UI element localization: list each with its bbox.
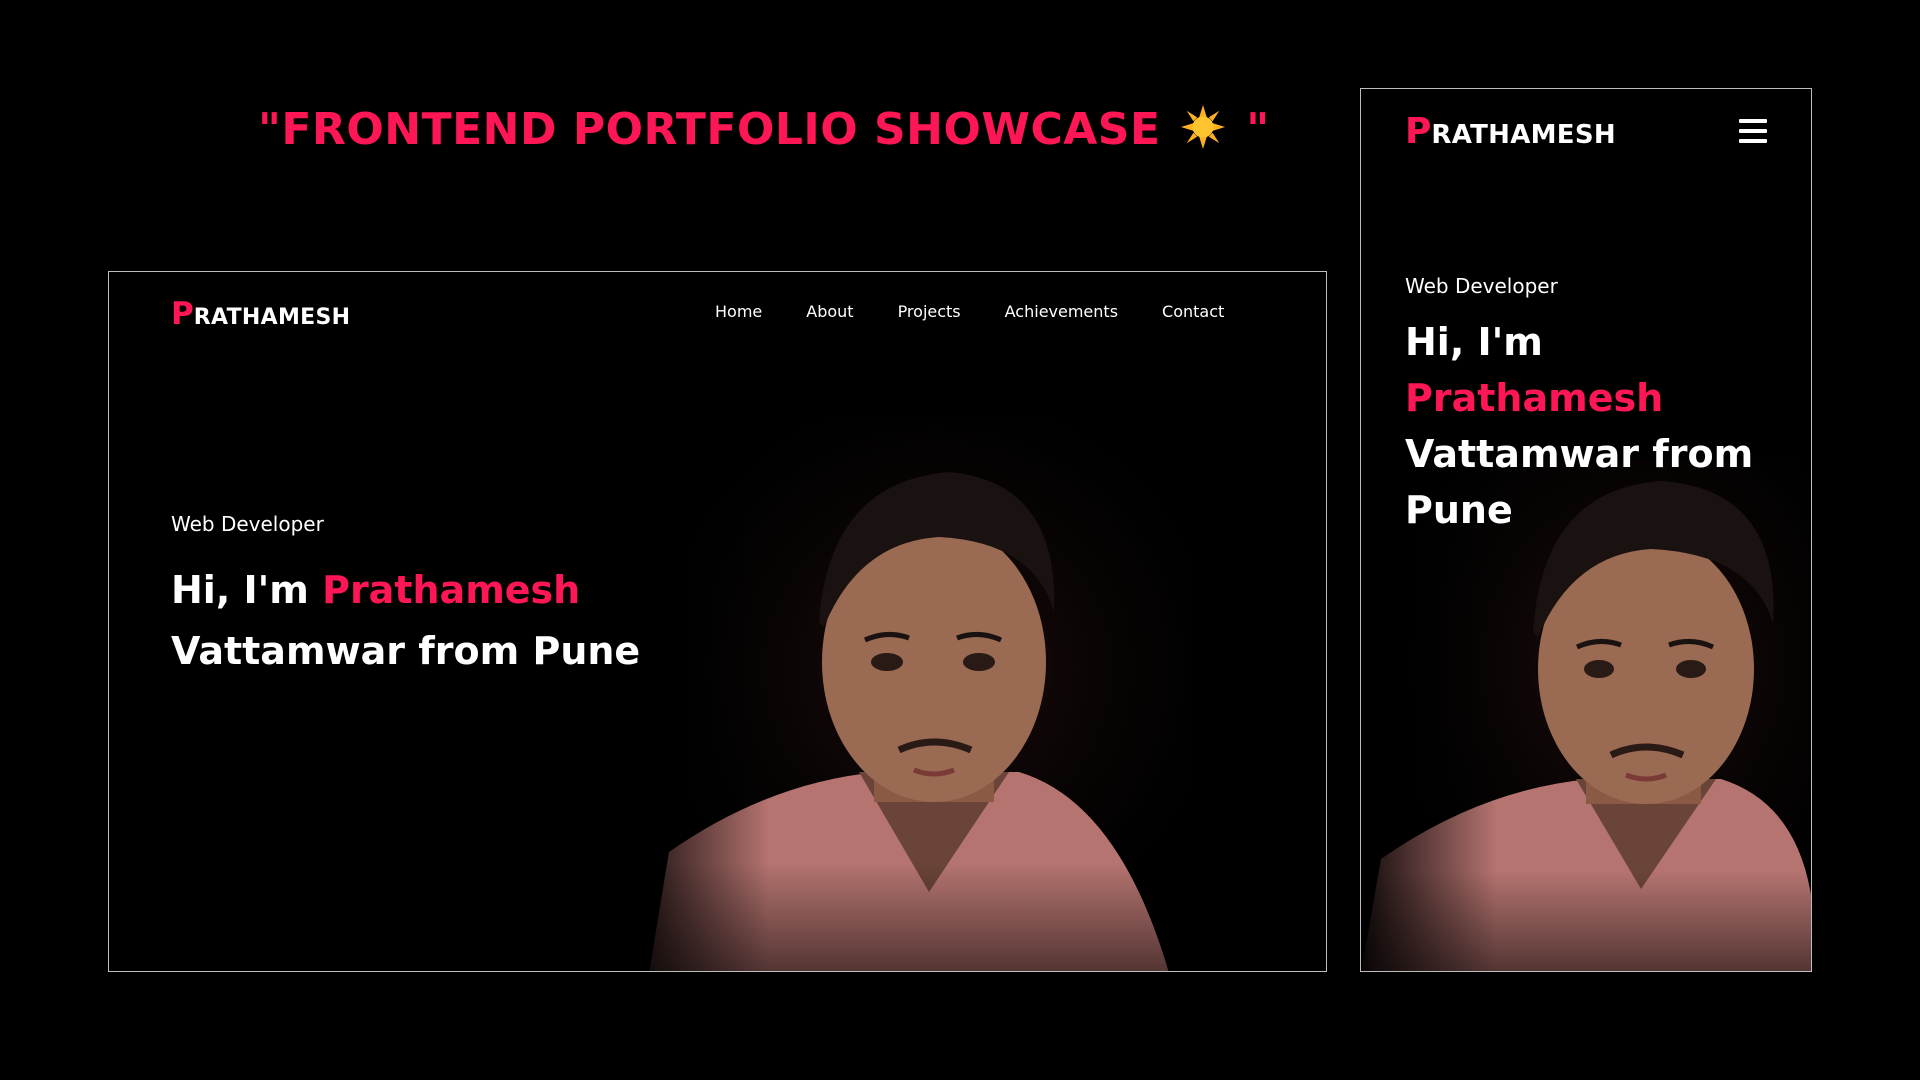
role-label: Web Developer — [171, 512, 324, 536]
logo-rest: RATHAMESH — [1431, 120, 1616, 150]
logo-initial: P — [1405, 111, 1432, 152]
page-headline: "FRONTEND PORTFOLIO SHOWCASE " — [258, 104, 1270, 155]
hero-heading: Hi, I'm Prathamesh Vattamwar from Pune — [171, 560, 731, 682]
role-label: Web Developer — [1405, 274, 1558, 298]
nav-link-home[interactable]: Home — [715, 302, 762, 321]
hero-greeting: Hi, I'm — [1405, 320, 1543, 364]
logo-rest: RATHAMESH — [193, 305, 351, 330]
nav-link-achievements[interactable]: Achievements — [1005, 302, 1118, 321]
mobile-preview: PRATHAMESH Web Developer Hi, I'm Pratham… — [1360, 88, 1812, 972]
hero-greeting: Hi, I'm — [171, 568, 323, 612]
desktop-nav: Home About Projects Achievements Contact — [715, 302, 1224, 321]
hamburger-menu-icon[interactable] — [1739, 119, 1767, 143]
nav-link-about[interactable]: About — [806, 302, 853, 321]
desktop-logo[interactable]: PRATHAMESH — [171, 296, 350, 332]
hero-name: Prathamesh — [322, 568, 581, 612]
hero-subline: Vattamwar from Pune — [171, 629, 641, 673]
logo-initial: P — [171, 296, 194, 332]
mobile-logo[interactable]: PRATHAMESH — [1405, 111, 1616, 152]
profile-photo — [629, 422, 1189, 971]
hero-heading: Hi, I'm Prathamesh Vattamwar from Pune — [1405, 314, 1805, 538]
headline-text: "FRONTEND PORTFOLIO SHOWCASE — [258, 104, 1161, 155]
headline-quote: " — [1246, 104, 1270, 155]
desktop-preview: PRATHAMESH Home About Projects Achieveme… — [108, 271, 1327, 972]
nav-link-projects[interactable]: Projects — [898, 302, 961, 321]
sun-icon — [1181, 104, 1226, 150]
hero-subline: Vattamwar from Pune — [1405, 432, 1754, 532]
nav-link-contact[interactable]: Contact — [1162, 302, 1224, 321]
hero-name: Prathamesh — [1405, 376, 1664, 420]
